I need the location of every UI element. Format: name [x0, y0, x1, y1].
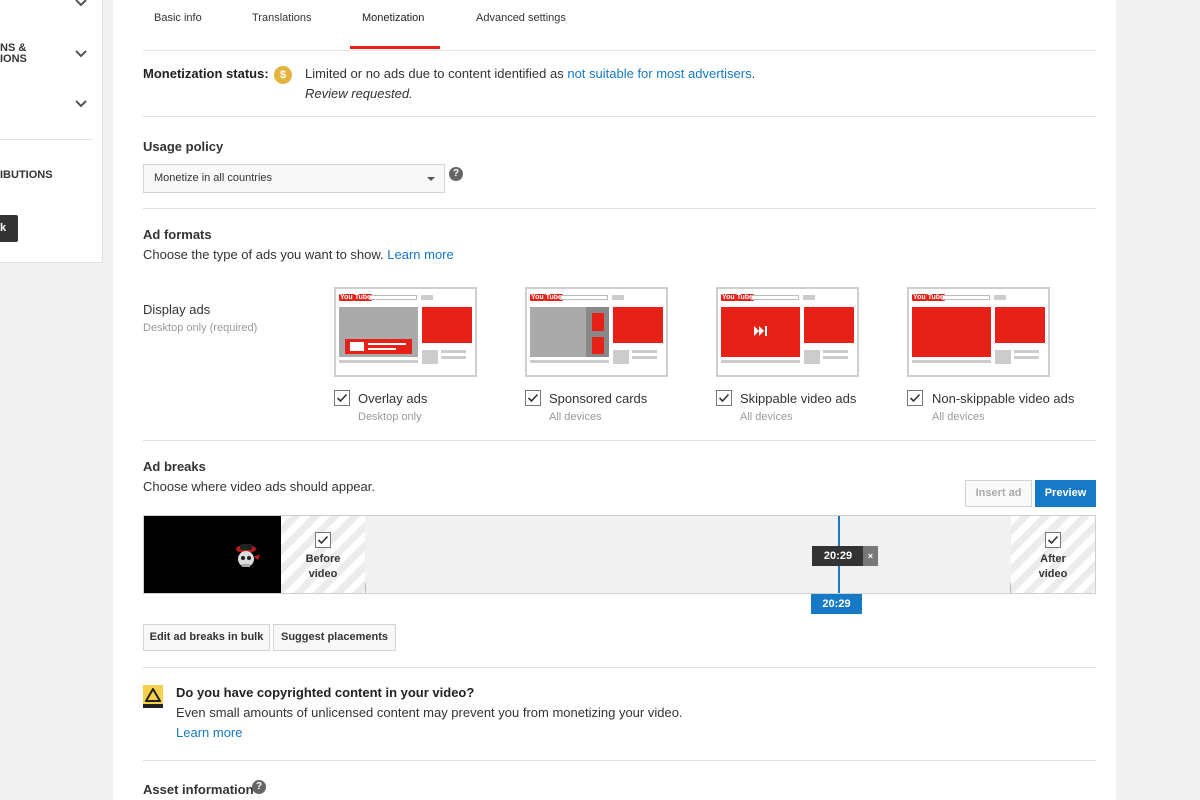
tab-bar: Basic info Translations Monetization Adv…: [143, 0, 1096, 51]
checkmark-icon: [1047, 535, 1059, 545]
youtube-logo: You Tube: [339, 294, 372, 301]
edit-ad-breaks-bulk-button[interactable]: Edit ad breaks in bulk: [143, 624, 270, 651]
sidebar-button[interactable]: k: [0, 215, 18, 242]
overlay-ads-sub: Desktop only: [358, 411, 422, 423]
playhead-time-pill[interactable]: 20:29: [811, 594, 862, 614]
skip-forward-icon: [754, 326, 767, 336]
suggest-placements-button[interactable]: Suggest placements: [273, 624, 396, 651]
close-icon[interactable]: ×: [863, 546, 878, 566]
usage-policy-title: Usage policy: [143, 139, 224, 154]
section-divider: [143, 116, 1096, 117]
caret-down-icon: [427, 177, 435, 181]
checkmark-icon: [909, 393, 921, 403]
help-icon[interactable]: ?: [449, 167, 463, 181]
non-skippable-video-ads-checkbox[interactable]: [907, 390, 923, 406]
main-panel: Basic info Translations Monetization Adv…: [113, 0, 1116, 800]
after-video-label: After video: [1038, 553, 1068, 580]
skippable-video-ads-label: Skippable video ads: [740, 391, 857, 406]
non-skippable-video-ads-sub: All devices: [932, 411, 985, 423]
tab-advanced-settings[interactable]: Advanced settings: [476, 12, 566, 24]
before-video-label: Before video: [305, 553, 341, 580]
copyright-description: Even small amounts of unlicensed content…: [176, 705, 683, 720]
display-ads-label: Display ads: [143, 302, 211, 317]
video-thumbnail: [144, 516, 281, 593]
channel-mascot-icon: [236, 544, 260, 567]
checkmark-icon: [527, 393, 539, 403]
non-skippable-video-ads-label: Non-skippable video ads: [932, 391, 1075, 406]
section-divider: [143, 208, 1096, 209]
sponsored-cards-sub: All devices: [549, 411, 602, 423]
usage-policy-select[interactable]: Monetize in all countries: [143, 164, 445, 193]
preview-button[interactable]: Preview: [1035, 480, 1096, 507]
display-ads-sub: Desktop only (required): [143, 322, 258, 334]
asset-information-title: Asset information: [143, 782, 254, 797]
before-video-slot[interactable]: Before video: [281, 516, 365, 593]
ad-formats-learn-more-link[interactable]: Learn more: [387, 247, 453, 262]
ad-break-marker[interactable]: 20:29 ×: [812, 546, 878, 566]
usage-policy-value: Monetize in all countries: [154, 172, 273, 184]
copyright-title: Do you have copyrighted content in your …: [176, 685, 475, 700]
sidebar-divider: [0, 139, 93, 140]
monetization-status-label: Monetization status:: [143, 66, 269, 81]
insert-ad-button[interactable]: Insert ad: [965, 480, 1032, 507]
sidebar-item-contributions[interactable]: IBUTIONS: [0, 170, 53, 181]
not-suitable-link[interactable]: not suitable for most advertisers: [567, 66, 751, 81]
overlay-ads-checkbox[interactable]: [334, 390, 350, 406]
youtube-logo: You Tube: [912, 294, 945, 301]
checkmark-icon: [336, 393, 348, 403]
warning-icon: [143, 685, 163, 708]
sidebar-item-label[interactable]: NS & IONS: [0, 43, 27, 65]
chevron-down-icon[interactable]: [74, 97, 88, 111]
ad-break-time: 20:29: [823, 550, 853, 562]
after-video-slot[interactable]: After video: [1011, 516, 1095, 593]
overlay-ads-label: Overlay ads: [358, 391, 428, 406]
non-skippable-video-ads-illustration: You Tube: [907, 287, 1050, 377]
before-video-checkbox[interactable]: [315, 532, 331, 548]
skippable-video-ads-illustration: You Tube: [716, 287, 859, 377]
sponsored-cards-label: Sponsored cards: [549, 391, 648, 406]
section-divider: [143, 667, 1096, 668]
skippable-video-ads-sub: All devices: [740, 411, 793, 423]
sponsored-cards-checkbox[interactable]: [525, 390, 541, 406]
tab-basic-info[interactable]: Basic info: [154, 12, 202, 24]
youtube-logo: You Tube: [721, 294, 754, 301]
sponsored-cards-illustration: You Tube: [525, 287, 668, 377]
youtube-logo: You Tube: [530, 294, 563, 301]
help-icon[interactable]: ?: [252, 780, 266, 794]
ad-formats-description: Choose the type of ads you want to show.…: [143, 247, 454, 262]
review-requested-text: Review requested.: [305, 86, 413, 101]
left-sidebar: NS & IONS IBUTIONS k: [0, 0, 103, 263]
skippable-video-ads-checkbox[interactable]: [716, 390, 732, 406]
chevron-down-icon[interactable]: [74, 0, 88, 10]
dollar-coin-icon: $: [274, 66, 292, 84]
checkmark-icon: [317, 535, 329, 545]
tab-monetization[interactable]: Monetization: [362, 12, 424, 24]
monetization-status-text: Limited or no ads due to content identif…: [305, 66, 756, 81]
chevron-down-icon[interactable]: [74, 47, 88, 61]
section-divider: [143, 760, 1096, 761]
overlay-ads-illustration: You Tube: [334, 287, 477, 377]
ad-formats-title: Ad formats: [143, 227, 212, 242]
tab-translations[interactable]: Translations: [252, 12, 312, 24]
ad-breaks-description: Choose where video ads should appear.: [143, 479, 375, 494]
after-video-checkbox[interactable]: [1045, 532, 1061, 548]
section-divider: [143, 440, 1096, 441]
active-tab-indicator: [350, 46, 440, 49]
checkmark-icon: [718, 393, 730, 403]
ad-breaks-timeline[interactable]: Before video After video 20:29 ×: [143, 515, 1096, 594]
copyright-learn-more-link[interactable]: Learn more: [176, 725, 242, 740]
ad-breaks-title: Ad breaks: [143, 459, 206, 474]
